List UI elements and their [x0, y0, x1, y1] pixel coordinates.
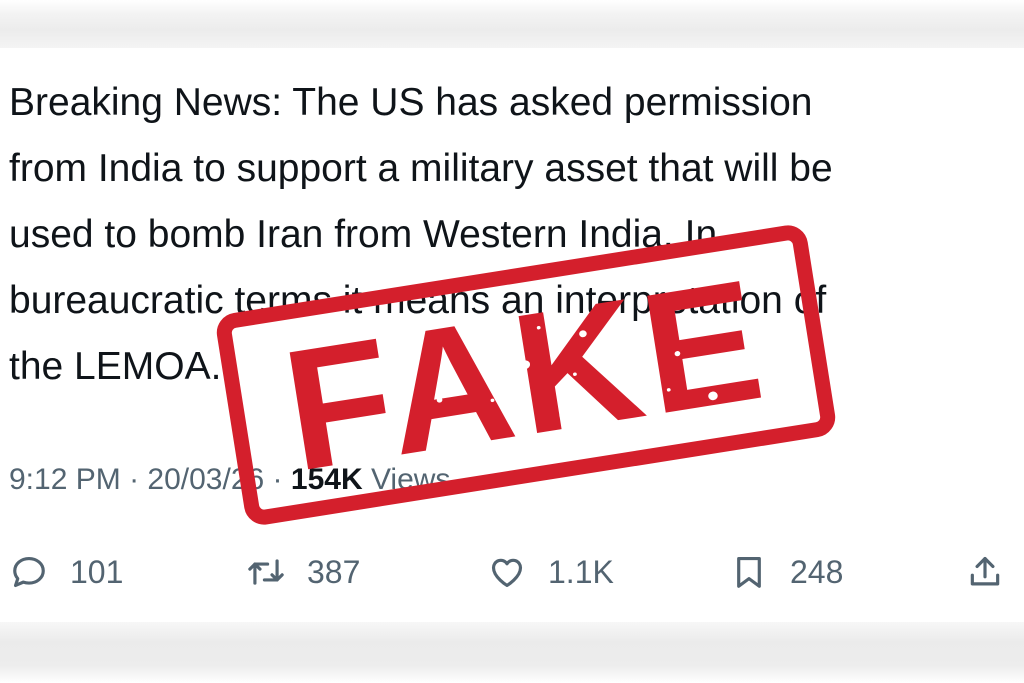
top-blur-band — [0, 0, 1024, 48]
bookmark-count: 248 — [790, 553, 844, 590]
retweet-count: 387 — [307, 553, 361, 590]
like-icon — [488, 553, 526, 591]
like-count: 1.1K — [548, 553, 614, 590]
bookmark-button[interactable]: 248 — [730, 540, 843, 604]
reply-icon — [10, 553, 48, 591]
meta-separator: · — [129, 463, 140, 496]
share-icon — [966, 553, 1004, 591]
like-button[interactable]: 1.1K — [488, 540, 614, 604]
tweet-text-line: Breaking News: The US has asked permissi… — [9, 81, 813, 124]
share-button[interactable] — [966, 540, 1004, 604]
retweet-icon — [247, 553, 285, 591]
reply-count: 101 — [70, 553, 124, 590]
action-bar: 101 387 1.1K 248 — [0, 540, 1024, 604]
page: Breaking News: The US has asked permissi… — [0, 0, 1024, 683]
tweet-text-line: from India to support a military asset t… — [9, 147, 833, 190]
bottom-blur-band — [0, 622, 1024, 683]
retweet-button[interactable]: 387 — [247, 540, 360, 604]
tweet-time[interactable]: 9:12 PM — [9, 463, 121, 496]
tweet-text-line: used to bomb Iran from Western India. In — [9, 213, 718, 256]
reply-button[interactable]: 101 — [10, 540, 123, 604]
bookmark-icon — [730, 553, 768, 591]
